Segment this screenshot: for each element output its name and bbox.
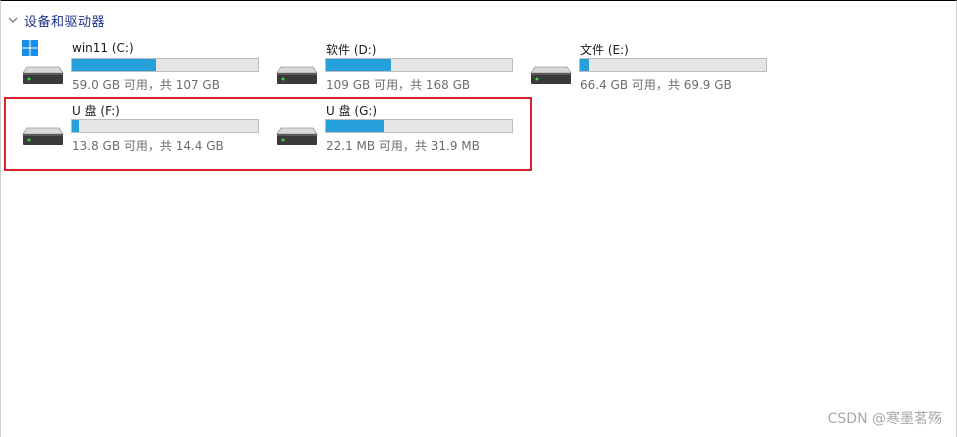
watermark: CSDN @寒墨茗殇 — [827, 411, 942, 427]
capacity-bar-fill — [580, 59, 590, 71]
drive-free-space: 59.0 GB 可用，共 107 GB — [72, 78, 220, 92]
capacity-bar — [325, 58, 513, 72]
drive-name: win11 (C:) — [72, 41, 134, 55]
capacity-bar — [71, 58, 259, 72]
drive-free-space: 109 GB 可用，共 168 GB — [326, 78, 471, 92]
section-header-devices-and-drives[interactable]: 设备和驱动器 — [7, 11, 106, 30]
drive-item-d[interactable]: 软件 (D:) 109 GB 可用，共 168 GB — [275, 41, 515, 97]
windows-logo-icon — [22, 40, 38, 56]
capacity-bar — [579, 58, 767, 72]
drive-item-c[interactable]: win11 (C:) 59.0 GB 可用，共 107 GB — [21, 40, 261, 97]
section-title: 设备和驱动器 — [24, 14, 106, 30]
drive-item-e[interactable]: 文件 (E:) 66.4 GB 可用，共 69.9 GB — [529, 41, 769, 97]
explorer-window: 设备和驱动器 win11 (C:) 59.0 GB 可用，共 107 GB 软件… — [0, 0, 957, 437]
usb-drives-highlight-box — [4, 97, 532, 171]
capacity-bar-fill — [72, 59, 156, 71]
chevron-down-icon[interactable] — [7, 14, 19, 26]
capacity-bar-fill — [326, 59, 392, 71]
drive-free-space: 66.4 GB 可用，共 69.9 GB — [580, 78, 732, 92]
hard-drive-icon — [276, 66, 318, 84]
drive-name: 软件 (D:) — [326, 43, 377, 57]
hard-drive-icon — [530, 66, 572, 84]
drive-name: 文件 (E:) — [580, 43, 629, 57]
